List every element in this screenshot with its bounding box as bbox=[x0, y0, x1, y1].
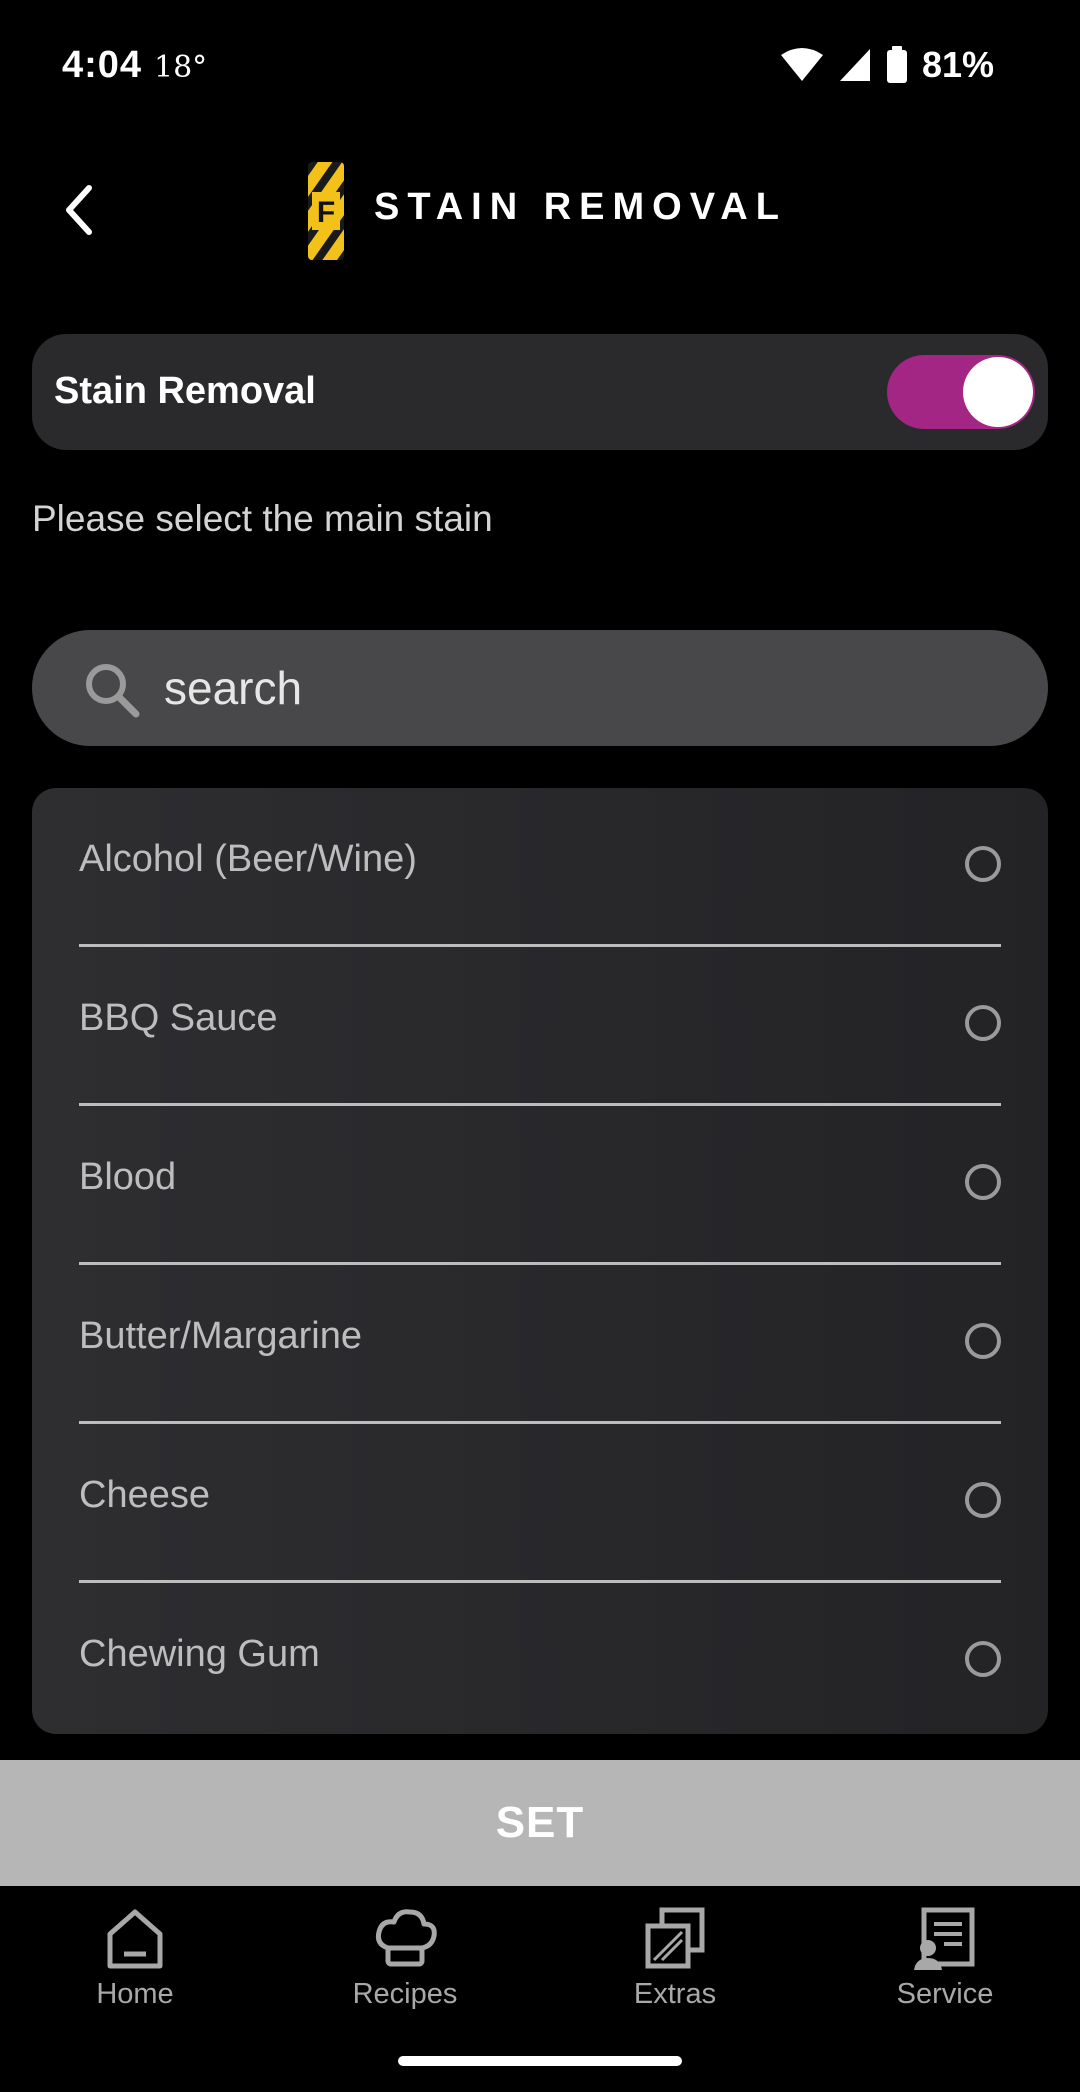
chef-hat-icon bbox=[375, 1909, 437, 1967]
chevron-left-icon bbox=[66, 185, 92, 235]
stain-label: Butter/Margarine bbox=[79, 1315, 363, 1357]
nav-label: Home bbox=[96, 1978, 174, 2010]
stain-list: Alcohol (Beer/Wine) BBQ Sauce Blood Butt… bbox=[32, 788, 1048, 1734]
wifi-icon bbox=[780, 48, 823, 81]
status-time: 4:04 bbox=[62, 44, 143, 86]
list-item[interactable]: Butter/Margarine bbox=[79, 1265, 1001, 1424]
instruction-text: Please select the main stain bbox=[32, 498, 493, 539]
screen: 4:04 18° 81% F STAIN REMOVAL Stain Remov… bbox=[0, 0, 1080, 2092]
stain-label: Blood bbox=[79, 1156, 177, 1198]
logo-letter: F bbox=[317, 196, 335, 229]
search-input[interactable] bbox=[164, 656, 984, 720]
nav-label: Extras bbox=[633, 1978, 717, 2010]
nav-label: Service bbox=[896, 1978, 994, 2010]
radio-button[interactable] bbox=[965, 1482, 1001, 1518]
stain-label: BBQ Sauce bbox=[79, 997, 278, 1039]
radio-button[interactable] bbox=[965, 1005, 1001, 1041]
stain-removal-toggle-card: Stain Removal bbox=[32, 334, 1048, 450]
nav-item-extras[interactable]: Extras bbox=[575, 1904, 775, 2024]
nav-item-recipes[interactable]: Recipes bbox=[305, 1904, 505, 2024]
status-right: 81% bbox=[780, 44, 994, 86]
stain-label: Chewing Gum bbox=[79, 1633, 320, 1675]
home-icon bbox=[107, 1909, 163, 1969]
toggle-label: Stain Removal bbox=[54, 370, 316, 412]
radio-button[interactable] bbox=[965, 1641, 1001, 1677]
header: F STAIN REMOVAL bbox=[0, 150, 1080, 270]
signal-icon bbox=[839, 49, 870, 81]
battery-percentage: 81% bbox=[921, 44, 994, 85]
extras-icon bbox=[645, 1907, 705, 1969]
list-item[interactable]: Cheese bbox=[79, 1424, 1001, 1583]
stain-label: Alcohol (Beer/Wine) bbox=[79, 838, 417, 880]
battery-icon bbox=[886, 46, 907, 83]
radio-button[interactable] bbox=[965, 1164, 1001, 1200]
list-item[interactable]: Alcohol (Beer/Wine) bbox=[79, 788, 1001, 947]
search-bar[interactable] bbox=[32, 630, 1048, 746]
set-button[interactable]: SET bbox=[0, 1760, 1080, 1886]
radio-button[interactable] bbox=[965, 846, 1001, 882]
stain-label: Cheese bbox=[79, 1474, 210, 1516]
nav-label: Recipes bbox=[352, 1978, 458, 2010]
service-icon bbox=[914, 1907, 975, 1970]
radio-button[interactable] bbox=[965, 1323, 1001, 1359]
toggle-knob bbox=[963, 357, 1033, 427]
status-temperature: 18° bbox=[154, 50, 208, 85]
nav-item-home[interactable]: Home bbox=[35, 1904, 235, 2024]
app-logo: F bbox=[308, 162, 344, 260]
search-icon bbox=[86, 664, 140, 718]
list-item[interactable]: BBQ Sauce bbox=[79, 947, 1001, 1106]
list-item[interactable]: Blood bbox=[79, 1106, 1001, 1265]
home-indicator[interactable] bbox=[398, 2056, 682, 2066]
back-button[interactable] bbox=[44, 175, 114, 245]
stain-removal-toggle[interactable] bbox=[887, 355, 1035, 429]
nav-item-service[interactable]: Service bbox=[845, 1904, 1045, 2024]
list-item[interactable]: Chewing Gum bbox=[79, 1583, 1001, 1734]
status-bar: 4:04 18° 81% bbox=[0, 0, 1080, 130]
page-title: STAIN REMOVAL bbox=[374, 186, 787, 228]
